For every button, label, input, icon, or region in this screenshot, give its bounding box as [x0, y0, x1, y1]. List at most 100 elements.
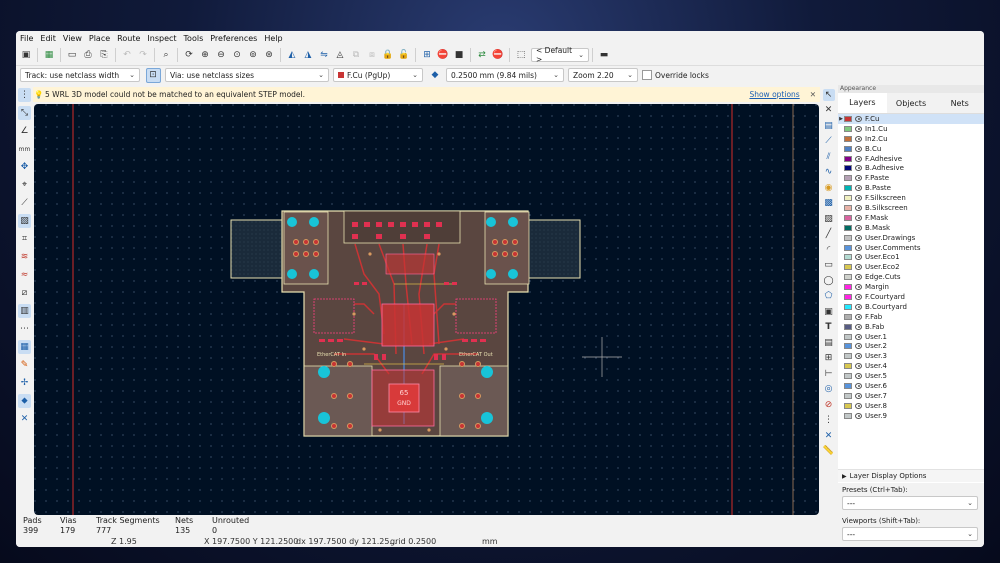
board-setup-icon[interactable]: ▦ — [43, 49, 56, 62]
appearance-toggle-icon[interactable]: ▦ — [18, 340, 31, 354]
add-table-icon[interactable]: ⊞ — [823, 352, 835, 365]
draw-line-icon[interactable]: ╱ — [823, 228, 835, 241]
visibility-eye-icon[interactable] — [855, 402, 862, 409]
layer-row[interactable]: User.Comments — [838, 243, 984, 253]
ratsnest-icon[interactable]: ⌖ — [18, 178, 31, 192]
zone-outline-icon[interactable]: ⌗ — [18, 232, 31, 246]
visibility-eye-icon[interactable] — [855, 155, 862, 162]
grid-toggle-icon[interactable]: ⋮ — [18, 88, 31, 102]
layer-manager-icon[interactable]: ⬥ — [18, 394, 31, 408]
visibility-eye-icon[interactable] — [855, 333, 862, 340]
page-settings-icon[interactable]: ▭ — [66, 49, 79, 62]
layer-display-options-toggle[interactable]: ▶ Layer Display Options — [838, 469, 984, 482]
visibility-eye-icon[interactable] — [855, 125, 862, 132]
layer-row[interactable]: B.Cu — [838, 144, 984, 154]
layer-row[interactable]: User.1 — [838, 332, 984, 342]
undo-icon[interactable]: ↶ — [121, 49, 134, 62]
layer-color-swatch[interactable] — [844, 145, 852, 152]
layer-color-swatch[interactable] — [844, 412, 852, 419]
flip-icon[interactable]: ⇋ — [318, 49, 331, 62]
zoom-dropdown[interactable]: Zoom 2.20 ⌄ — [568, 68, 638, 82]
layer-row[interactable]: User.Eco1 — [838, 252, 984, 262]
update-pcb-icon[interactable]: ⇄ — [476, 49, 489, 62]
layer-color-swatch[interactable] — [844, 353, 852, 360]
select-icon[interactable]: ⤡ — [18, 106, 31, 120]
visibility-eye-icon[interactable] — [855, 224, 862, 231]
via-display-icon[interactable]: ≈ — [18, 268, 31, 282]
pcb-canvas[interactable]: 65 GND EtherCAT In EtherCAT Out — [34, 104, 819, 515]
visibility-eye-icon[interactable] — [855, 373, 862, 380]
refresh-icon[interactable]: ⟳ — [183, 49, 196, 62]
tab-nets[interactable]: Nets — [935, 99, 984, 108]
redo-icon[interactable]: ↷ — [137, 49, 150, 62]
visibility-eye-icon[interactable] — [855, 303, 862, 310]
visibility-eye-icon[interactable] — [855, 195, 862, 202]
layer-row[interactable]: User.Drawings — [838, 233, 984, 243]
add-rule-area-icon[interactable]: ▨ — [823, 213, 835, 226]
track-display-icon[interactable]: ⧄ — [18, 286, 31, 300]
ungroup-icon[interactable]: ⧈ — [366, 49, 379, 62]
contrast-mode-icon[interactable]: ▥ — [18, 304, 31, 318]
layer-row[interactable]: B.Fab — [838, 322, 984, 332]
visibility-eye-icon[interactable] — [855, 204, 862, 211]
highlight-net-icon[interactable]: ✎ — [18, 358, 31, 372]
mirror-icon[interactable]: ◬ — [334, 49, 347, 62]
layer-color-swatch[interactable] — [844, 165, 852, 172]
layer-row[interactable]: User.6 — [838, 381, 984, 391]
visibility-eye-icon[interactable] — [855, 254, 862, 261]
visibility-eye-icon[interactable] — [855, 363, 862, 370]
layer-row[interactable]: F.Silkscreen — [838, 193, 984, 203]
layer-color-swatch[interactable] — [844, 135, 852, 142]
layer-row[interactable]: B.Courtyard — [838, 302, 984, 312]
layer-row[interactable]: User.9 — [838, 411, 984, 421]
visibility-eye-icon[interactable] — [855, 175, 862, 182]
measure-icon[interactable]: 📏 — [823, 445, 835, 458]
layer-row[interactable]: In2.Cu — [838, 134, 984, 144]
pad-display-icon[interactable]: ≋ — [18, 250, 31, 264]
layer-color-swatch[interactable] — [844, 214, 852, 221]
visibility-eye-icon[interactable] — [855, 284, 862, 291]
layer-color-swatch[interactable] — [844, 323, 852, 330]
local-ratsnest-icon[interactable]: ✕ — [823, 104, 835, 117]
layer-color-swatch[interactable] — [844, 392, 852, 399]
draw-polygon-icon[interactable]: ⬠ — [823, 290, 835, 303]
layer-row[interactable]: F.Adhesive — [838, 154, 984, 164]
visibility-eye-icon[interactable] — [855, 234, 862, 241]
layer-row[interactable]: User.2 — [838, 341, 984, 351]
add-textbox-icon[interactable]: ▤ — [823, 337, 835, 350]
layer-color-swatch[interactable] — [844, 333, 852, 340]
zoom-selection-icon[interactable]: ⊛ — [263, 49, 276, 62]
close-icon[interactable]: ✕ — [810, 90, 816, 99]
layer-dropdown[interactable]: F.Cu (PgUp) ⌄ — [333, 68, 423, 82]
layer-row[interactable]: B.Paste — [838, 183, 984, 193]
schematic-icon[interactable]: ⛔ — [492, 49, 505, 62]
layer-row[interactable]: User.7 — [838, 391, 984, 401]
drc-icon[interactable]: ⛔ — [437, 49, 450, 62]
layer-color-swatch[interactable] — [844, 274, 852, 281]
via-size-dropdown[interactable]: Via: use netclass sizes ⌄ — [165, 68, 329, 82]
visibility-eye-icon[interactable] — [855, 145, 862, 152]
layer-color-swatch[interactable] — [844, 264, 852, 271]
layer-row[interactable]: B.Silkscreen — [838, 203, 984, 213]
menu-tools[interactable]: Tools — [184, 34, 204, 43]
layer-color-swatch[interactable] — [844, 293, 852, 300]
visibility-eye-icon[interactable] — [855, 115, 862, 122]
layer-color-swatch[interactable] — [844, 185, 852, 192]
visibility-eye-icon[interactable] — [855, 392, 862, 399]
grid-dropdown[interactable]: 0.2500 mm (9.84 mils) ⌄ — [446, 68, 564, 82]
find-icon[interactable]: ⌕ — [160, 49, 173, 62]
set-origin-icon[interactable]: ⋮ — [823, 414, 835, 427]
layer-row[interactable]: User.4 — [838, 361, 984, 371]
layer-row[interactable]: ▶ F.Cu — [838, 114, 984, 124]
layer-row[interactable]: In1.Cu — [838, 124, 984, 134]
visibility-eye-icon[interactable] — [855, 135, 862, 142]
select-tool-icon[interactable]: ↖ — [822, 88, 835, 101]
layer-row[interactable]: User.3 — [838, 351, 984, 361]
3d-viewer-icon[interactable]: ⬚ — [515, 49, 528, 62]
layer-color-swatch[interactable] — [844, 234, 852, 241]
place-footprint-icon[interactable]: ▤ — [823, 120, 835, 133]
units-mm-icon[interactable]: mm — [18, 142, 31, 156]
layer-color-swatch[interactable] — [844, 115, 852, 122]
visibility-eye-icon[interactable] — [855, 244, 862, 251]
rotate-ccw-icon[interactable]: ◭ — [286, 49, 299, 62]
